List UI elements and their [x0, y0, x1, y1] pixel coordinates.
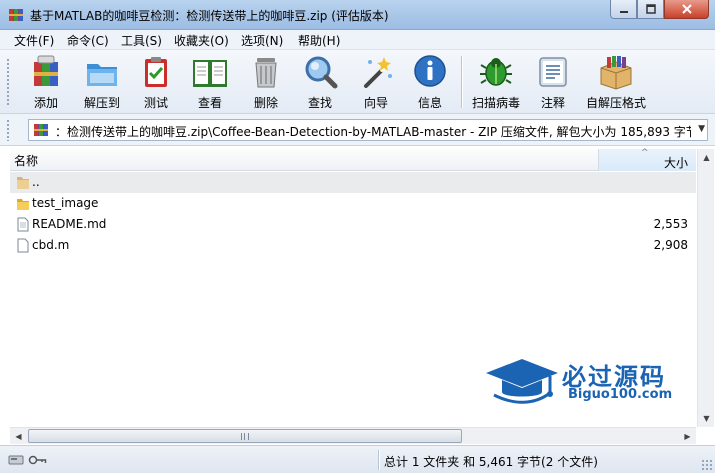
address-field[interactable]: ：检测传送带上的咖啡豆.zip\Coffee-Bean-Detection-by…: [28, 119, 708, 141]
view-button[interactable]: 查看: [188, 54, 232, 110]
extract-to-button[interactable]: 解压到: [80, 54, 124, 110]
menu-command[interactable]: 命令(C): [67, 32, 109, 49]
view-label: 查看: [197, 96, 222, 110]
file-list[interactable]: .. test_image README.md 2,553 cbd.m 2,90…: [10, 172, 696, 427]
address-grip[interactable]: [6, 119, 10, 141]
sfx-label: 自解压格式: [585, 96, 646, 110]
scroll-grip-icon: [241, 433, 249, 440]
scroll-down-arrow-icon[interactable]: ▼: [698, 410, 715, 427]
toolbar: 添加 解压到 测试 查看 删除 查找 向导 信息 扫描病毒 注释 自解压格式: [0, 50, 715, 114]
view-book-icon: [193, 60, 227, 87]
parent-folder-icon: [17, 177, 29, 189]
virus-scan-icon: [480, 58, 512, 86]
sort-ascending-icon: ^: [641, 148, 649, 158]
list-item[interactable]: cbd.m 2,908: [10, 235, 696, 256]
window-title: 基于MATLAB的咖啡豆检测：检测传送带上的咖啡豆.zip (评估版本): [30, 9, 389, 23]
address-dropdown-icon[interactable]: ▼: [698, 124, 705, 134]
test-button[interactable]: 测试: [134, 54, 178, 110]
menu-tools[interactable]: 工具(S): [121, 32, 162, 49]
archive-icon: [34, 124, 48, 136]
comment-label: 注释: [540, 96, 565, 110]
minimize-icon: [619, 11, 628, 13]
scroll-up-arrow-icon[interactable]: ▲: [698, 149, 715, 166]
test-clipboard-icon: [145, 57, 167, 87]
list-item-size: 2,553: [653, 217, 688, 231]
list-item-size: 2,908: [653, 238, 688, 252]
info-label: 信息: [417, 96, 442, 110]
column-name-header[interactable]: 名称: [14, 152, 38, 169]
add-button[interactable]: 添加: [24, 54, 68, 110]
status-bar: 总计 1 文件夹 和 5,461 字节(2 个文件): [0, 445, 715, 473]
list-item[interactable]: README.md 2,553: [10, 214, 696, 235]
delete-label: 删除: [253, 96, 278, 110]
list-item-name: test_image: [32, 196, 99, 210]
vertical-scrollbar[interactable]: ▲ ▼: [697, 149, 714, 427]
watermark-subtitle: Biguo100.com: [568, 387, 673, 402]
find-magnifier-icon: [305, 56, 338, 89]
comment-icon: [539, 57, 567, 87]
wizard-wand-icon: [364, 57, 392, 88]
file-icon: [17, 238, 29, 253]
folder-icon: [17, 199, 29, 210]
scroll-left-arrow-icon[interactable]: ◀: [10, 428, 27, 445]
toolbar-separator: [461, 56, 463, 108]
maximize-icon: [645, 4, 656, 14]
list-item[interactable]: ..: [10, 172, 696, 193]
horizontal-scrollbar[interactable]: ◀ ▶: [10, 427, 696, 444]
scroll-right-arrow-icon[interactable]: ▶: [679, 428, 696, 445]
horizontal-scroll-thumb[interactable]: [28, 429, 462, 443]
sfx-button[interactable]: 自解压格式: [584, 54, 648, 110]
add-label: 添加: [33, 96, 58, 110]
menu-help[interactable]: 帮助(H): [298, 32, 340, 49]
column-size-label: 大小: [663, 156, 688, 170]
status-text: 总计 1 文件夹 和 5,461 字节(2 个文件): [384, 455, 598, 469]
file-icon: [17, 217, 29, 232]
virus-scan-label: 扫描病毒: [471, 96, 520, 110]
column-size-header[interactable]: ^ 大小: [598, 148, 696, 171]
extract-to-label: 解压到: [83, 96, 120, 110]
title-bar[interactable]: 基于MATLAB的咖啡豆检测：检测传送带上的咖啡豆.zip (评估版本): [0, 0, 715, 30]
test-label: 测试: [143, 96, 168, 110]
resize-grip[interactable]: [701, 459, 713, 471]
virus-scan-button[interactable]: 扫描病毒: [470, 54, 522, 110]
sfx-box-icon: [600, 56, 632, 90]
delete-button[interactable]: 删除: [244, 54, 288, 110]
info-icon: [414, 55, 446, 87]
address-bar: ：检测传送带上的咖啡豆.zip\Coffee-Bean-Detection-by…: [0, 114, 715, 146]
address-path: ：检测传送带上的咖啡豆.zip\Coffee-Bean-Detection-by…: [55, 125, 691, 139]
info-button[interactable]: 信息: [408, 54, 452, 110]
close-icon: [681, 4, 692, 14]
comment-button[interactable]: 注释: [531, 54, 575, 110]
minimize-button[interactable]: [610, 0, 637, 19]
list-item-name: README.md: [32, 217, 107, 231]
list-item[interactable]: test_image: [10, 193, 696, 214]
find-button[interactable]: 查找: [298, 54, 342, 110]
list-item-name: cbd.m: [32, 238, 70, 252]
extract-folder-icon: [87, 64, 117, 86]
list-item-name: ..: [32, 175, 40, 189]
watermark-logo: 必过源码 Biguo100.com: [484, 355, 694, 405]
wizard-button[interactable]: 向导: [354, 54, 398, 110]
delete-trash-icon: [255, 58, 277, 88]
menu-options[interactable]: 选项(N): [241, 32, 283, 49]
find-label: 查找: [307, 96, 332, 110]
menu-file[interactable]: 文件(F): [14, 32, 54, 49]
menu-bar: 文件(F) 命令(C) 工具(S) 收藏夹(O) 选项(N) 帮助(H): [0, 30, 715, 50]
toolbar-grip[interactable]: [6, 58, 10, 106]
graduation-cap-icon: [486, 359, 558, 404]
list-header: 名称 ^ 大小: [10, 148, 696, 171]
maximize-button[interactable]: [637, 0, 664, 19]
close-button[interactable]: [664, 0, 709, 19]
status-separator: [378, 450, 380, 470]
menu-favorites[interactable]: 收藏夹(O): [174, 32, 229, 49]
add-archive-icon: [34, 55, 58, 86]
drive-key-icons[interactable]: [8, 453, 48, 467]
wizard-label: 向导: [363, 96, 388, 110]
winrar-app-icon[interactable]: [8, 7, 24, 23]
